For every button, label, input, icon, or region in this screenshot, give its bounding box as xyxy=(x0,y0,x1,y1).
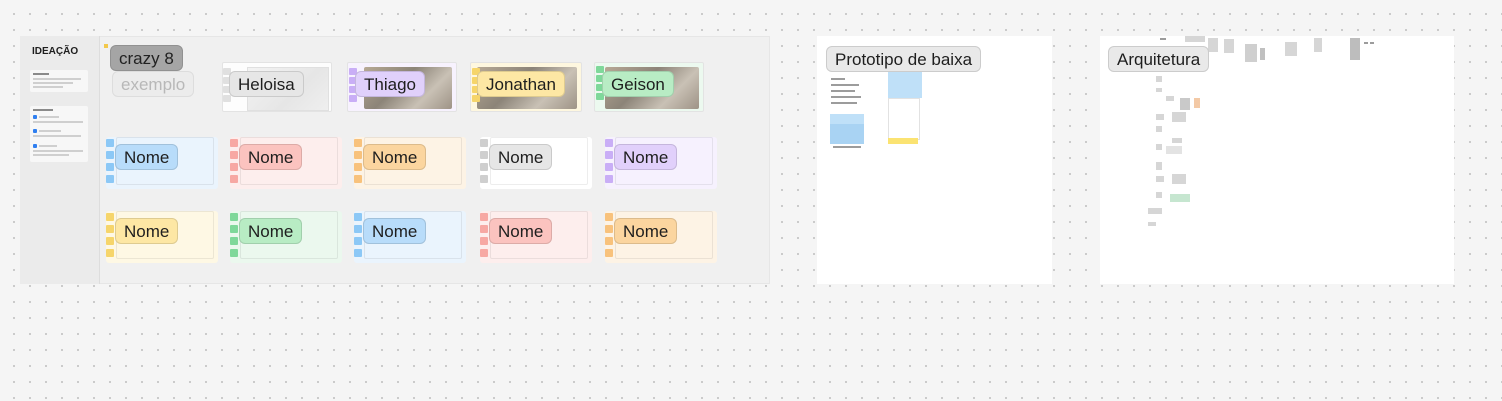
architecture-tree xyxy=(1142,76,1202,226)
name-card-label[interactable]: Nome xyxy=(115,144,179,170)
sticky-column xyxy=(480,213,488,261)
name-card-label[interactable]: Nome xyxy=(239,218,303,244)
architecture-frame[interactable] xyxy=(1100,36,1454,284)
name-card[interactable]: Nome xyxy=(106,137,218,189)
participant-label-thiago[interactable]: Thiago xyxy=(355,71,425,97)
wireframe-header xyxy=(888,72,922,98)
name-card[interactable]: Nome xyxy=(480,211,592,263)
name-card[interactable]: Nome xyxy=(354,137,466,189)
participant-label-heloisa[interactable]: Heloisa xyxy=(229,71,304,97)
sticky-column xyxy=(106,213,114,261)
section-marker xyxy=(104,44,108,48)
wireframe-block xyxy=(830,124,864,144)
sticky-column xyxy=(605,213,613,261)
crazy8-label[interactable]: crazy 8 xyxy=(110,45,183,71)
example-label[interactable]: exemplo xyxy=(112,71,195,97)
ideation-title: IDEAÇÃO xyxy=(32,46,79,57)
instructions-box xyxy=(30,70,88,92)
wireframe-list xyxy=(888,98,920,140)
prototype-frame[interactable] xyxy=(817,36,1052,284)
name-card-label[interactable]: Nome xyxy=(115,218,179,244)
architecture-frame-label[interactable]: Arquitetura xyxy=(1108,46,1210,72)
name-card-label[interactable]: Nome xyxy=(489,218,553,244)
name-card-label[interactable]: Nome xyxy=(614,144,678,170)
name-card-label[interactable]: Nome xyxy=(614,218,678,244)
sticky-column xyxy=(605,139,613,187)
sticky-column xyxy=(230,213,238,261)
sticky-column xyxy=(106,139,114,187)
sticky-column xyxy=(354,139,362,187)
steps-box xyxy=(30,106,88,162)
name-card[interactable]: Nome xyxy=(230,137,342,189)
name-card-label[interactable]: Nome xyxy=(489,144,553,170)
name-card[interactable]: Nome xyxy=(605,137,717,189)
name-card[interactable]: Nome xyxy=(230,211,342,263)
participant-label-geison[interactable]: Geison xyxy=(602,71,674,97)
wireframe-cta xyxy=(888,138,918,144)
name-card-label[interactable]: Nome xyxy=(363,144,427,170)
sticky-column xyxy=(230,139,238,187)
participant-label-jonathan[interactable]: Jonathan xyxy=(477,71,565,97)
prototype-frame-label[interactable]: Prototipo de baixa xyxy=(826,46,982,72)
name-card[interactable]: Nome xyxy=(480,137,592,189)
name-card-label[interactable]: Nome xyxy=(363,218,427,244)
sticky-column xyxy=(354,213,362,261)
name-card-label[interactable]: Nome xyxy=(239,144,303,170)
name-card[interactable]: Nome xyxy=(354,211,466,263)
name-card[interactable]: Nome xyxy=(106,211,218,263)
name-card[interactable]: Nome xyxy=(605,211,717,263)
sticky-column xyxy=(480,139,488,187)
